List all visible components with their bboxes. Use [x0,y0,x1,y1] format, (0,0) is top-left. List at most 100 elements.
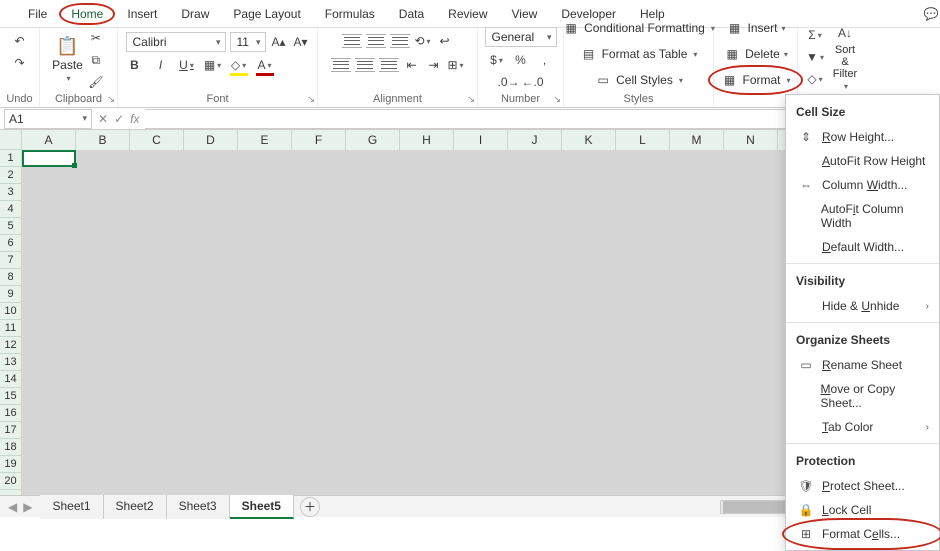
menu-autofit-column[interactable]: AutoFit Column Width [786,197,939,235]
row-header[interactable]: 8 [0,269,21,286]
borders-button[interactable]: ▦▾ [204,56,222,74]
row-header[interactable]: 14 [0,371,21,388]
column-header[interactable]: C [130,130,184,150]
row-header[interactable]: 7 [0,252,21,269]
horizontal-align[interactable] [331,58,399,72]
active-cell[interactable] [22,150,76,167]
menu-format-cells[interactable]: ⊞Format Cells... [786,522,939,546]
column-header[interactable]: H [400,130,454,150]
increase-indent-icon[interactable]: ⇥ [425,56,443,74]
row-header[interactable]: 6 [0,235,21,252]
row-header[interactable]: 5 [0,218,21,235]
clipboard-launcher-icon[interactable]: ↘ [107,94,115,105]
font-name-select[interactable]: Calibri [126,32,226,52]
sheet-nav-next-icon[interactable]: ▶ [23,500,32,514]
column-header[interactable]: K [562,130,616,150]
row-header[interactable]: 18 [0,439,21,456]
cell-styles-button[interactable]: ▭Cell Styles▾ [590,69,687,91]
sheet-tab[interactable]: Sheet2 [104,495,167,519]
column-header[interactable]: A [22,130,76,150]
italic-button[interactable]: I [152,56,170,74]
row-header[interactable]: 16 [0,405,21,422]
menu-row-height[interactable]: ⇕Row Row Height...Height... [786,125,939,149]
tab-review[interactable]: Review [436,1,499,27]
menu-autofit-row[interactable]: AutoFit Row Height [786,149,939,173]
column-header[interactable]: L [616,130,670,150]
fill-color-button[interactable]: ◇▾ [230,56,248,74]
tab-formulas[interactable]: Formulas [313,1,387,27]
comma-icon[interactable]: , [536,51,554,69]
vertical-align[interactable] [342,34,410,48]
tab-file[interactable]: File [16,1,59,27]
row-header[interactable]: 15 [0,388,21,405]
autosum-icon[interactable]: Σ▾ [806,26,824,44]
menu-tab-color[interactable]: Tab Color› [786,415,939,439]
format-as-table-button[interactable]: ▤Format as Table▾ [576,43,702,65]
fill-icon[interactable]: ▼▾ [806,48,824,66]
fx-icon[interactable]: fx [130,112,139,126]
bold-button[interactable]: B [126,56,144,74]
column-header[interactable]: N [724,130,778,150]
tab-page-layout[interactable]: Page Layout [221,1,312,27]
font-color-button[interactable]: A▾ [256,56,274,74]
underline-button[interactable]: U▾ [178,56,196,74]
add-sheet-button[interactable]: ＋ [300,497,320,517]
row-header[interactable]: 9 [0,286,21,303]
row-header[interactable]: 10 [0,303,21,320]
decrease-font-icon[interactable]: A▾ [292,33,310,51]
sheet-tab[interactable]: Sheet5 [230,495,294,519]
cut-icon[interactable]: ✂ [87,29,105,47]
decrease-indent-icon[interactable]: ⇤ [403,56,421,74]
column-header[interactable]: I [454,130,508,150]
percent-icon[interactable]: % [512,51,530,69]
row-header[interactable]: 20 [0,473,21,490]
font-launcher-icon[interactable]: ↘ [307,94,315,105]
row-header[interactable]: 11 [0,320,21,337]
name-box[interactable]: A1 [4,109,92,129]
column-header[interactable]: J [508,130,562,150]
sheet-nav-prev-icon[interactable]: ◀ [8,500,17,514]
tab-insert[interactable]: Insert [115,1,169,27]
column-header[interactable]: F [292,130,346,150]
conditional-formatting-button[interactable]: ▦Conditional Formatting▾ [558,17,719,39]
number-launcher-icon[interactable]: ↘ [553,94,561,105]
menu-column-width[interactable]: ⇔Column Width... [786,173,939,197]
redo-icon[interactable]: ↷ [11,54,29,72]
merge-center-icon[interactable]: ⊞▾ [447,56,465,74]
clear-icon[interactable]: ◇▾ [806,70,824,88]
menu-rename-sheet[interactable]: ▭Rename Sheet [786,353,939,377]
number-format-select[interactable]: General [485,27,557,47]
menu-hide-unhide[interactable]: Hide & Unhide› [786,294,939,318]
row-headers[interactable]: 1234567891011121314151617181920 [0,150,22,495]
row-header[interactable]: 2 [0,167,21,184]
undo-icon[interactable]: ↶ [11,32,29,50]
row-header[interactable]: 13 [0,354,21,371]
alignment-launcher-icon[interactable]: ↘ [467,94,475,105]
wrap-text-icon[interactable]: ↩ [436,32,454,50]
menu-default-width[interactable]: Default Width... [786,235,939,259]
column-header[interactable]: B [76,130,130,150]
tab-view[interactable]: View [500,1,550,27]
cancel-formula-icon[interactable]: ✕ [98,112,108,126]
currency-icon[interactable]: $▾ [488,51,506,69]
tab-data[interactable]: Data [387,1,436,27]
paste-button[interactable]: 📋 Paste ▾ [52,38,83,83]
sheet-tab[interactable]: Sheet1 [40,495,103,519]
column-header[interactable]: G [346,130,400,150]
decrease-decimal-icon[interactable]: ←.0 [524,73,542,91]
format-painter-icon[interactable]: 🖌 [87,73,105,91]
font-size-select[interactable]: 11 [230,32,266,52]
sheet-tab[interactable]: Sheet3 [167,495,230,519]
comments-icon[interactable]: 💬 [922,5,940,23]
menu-protect-sheet[interactable]: 🛡Protect Sheet... [786,474,939,498]
tab-home[interactable]: Home [59,3,115,25]
row-header[interactable]: 1 [0,150,21,167]
select-all-corner[interactable] [0,130,22,150]
orientation-icon[interactable]: ⟲▾ [414,32,432,50]
increase-decimal-icon[interactable]: .0→ [500,73,518,91]
column-header[interactable]: M [670,130,724,150]
format-cells-button[interactable]: ▦Format▾ [716,69,794,91]
row-header[interactable]: 4 [0,201,21,218]
delete-cells-button[interactable]: ▦Delete▾ [719,43,792,65]
increase-font-icon[interactable]: A▴ [270,33,288,51]
